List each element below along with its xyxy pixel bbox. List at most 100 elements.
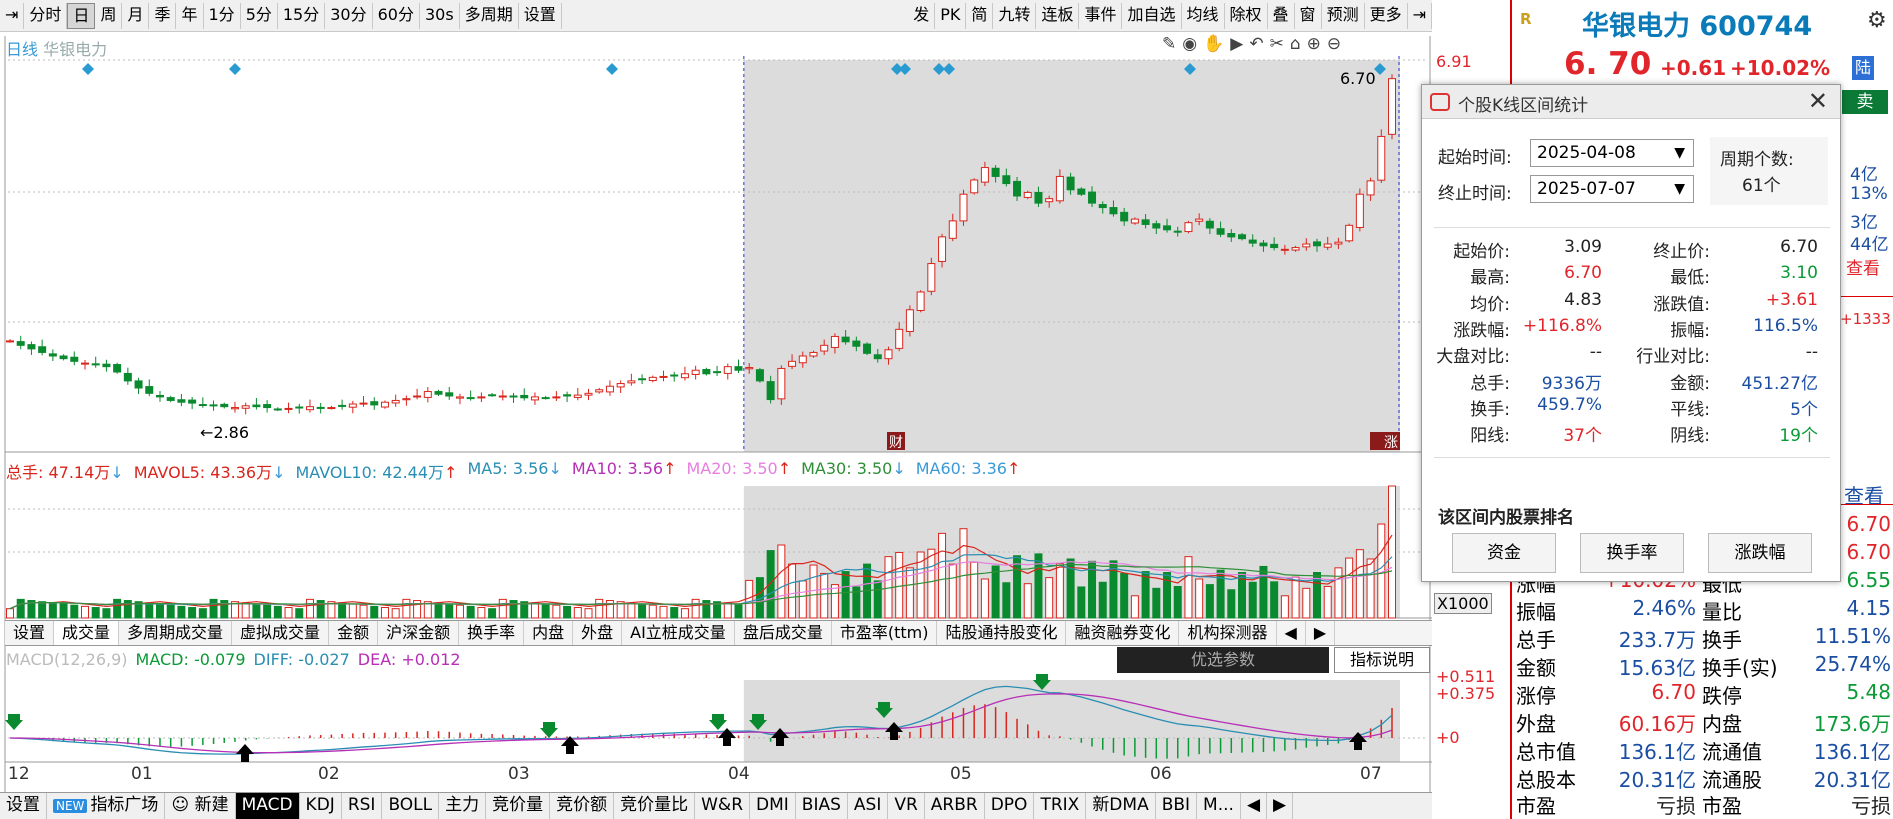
end-time-select[interactable]: 2025-07-07 ▼ (1530, 175, 1694, 203)
period-tab[interactable]: 季 (149, 2, 177, 29)
toolbar-item[interactable]: 九转 (993, 2, 1037, 29)
indicator-tab[interactable]: 融资融券变化 (1066, 621, 1180, 645)
indicator-tab[interactable]: 机构探测器 (1179, 621, 1277, 645)
bottom-tab[interactable]: ARBR (925, 793, 985, 819)
optimal-params-button[interactable]: 优选参数 (1117, 647, 1329, 673)
chart-canvas[interactable]: ←2.86 6.70 财 涨 (0, 0, 1432, 792)
period-tab[interactable]: 年 (176, 2, 204, 29)
bottom-tab[interactable]: BOLL (382, 793, 440, 819)
start-time-select[interactable]: 2025-04-08 ▼ (1530, 139, 1694, 167)
bottom-tab[interactable]: VR (888, 793, 925, 819)
scroll-right-icon[interactable]: ▶ (1267, 793, 1294, 819)
toolbar-item[interactable]: PK (935, 2, 967, 29)
eye-icon[interactable]: ◉ (1182, 34, 1197, 54)
period-label: 日线 (6, 40, 39, 59)
bottom-tab[interactable]: 竞价量比 (614, 793, 696, 819)
period-tab[interactable]: 日 (67, 2, 96, 29)
bottom-tab[interactable]: TRIX (1034, 793, 1087, 819)
bottom-tab[interactable]: ASI (848, 793, 889, 819)
toolbar-item[interactable]: 叠 (1268, 2, 1295, 29)
bottom-tab[interactable]: ☺ 新建 (165, 793, 236, 819)
zoom-out-icon[interactable]: ⊖ (1327, 34, 1341, 54)
indicator-tab[interactable]: 虚拟成交量 (232, 621, 330, 645)
bottom-tab[interactable]: DMI (750, 793, 796, 819)
bottom-tab[interactable]: W&R (695, 793, 751, 819)
period-tab[interactable]: 1分 (204, 2, 241, 29)
bottom-tab[interactable]: 新DMA (1086, 793, 1156, 819)
indicator-tab[interactable]: AI立桩成交量 (622, 621, 735, 645)
view-link[interactable]: 查看 (1846, 254, 1880, 279)
period-tab[interactable]: 多周期 (460, 2, 519, 29)
volume-bar (434, 602, 443, 619)
bottom-tab[interactable]: 主力 (439, 793, 487, 819)
bottom-tab[interactable]: 竞价额 (550, 793, 615, 819)
play-icon[interactable]: ▶ (1230, 34, 1243, 54)
indicator-tab[interactable]: 金额 (329, 621, 379, 645)
bottom-tab[interactable]: RSI (342, 793, 383, 819)
volume-bar (359, 604, 368, 619)
zoom-in-icon[interactable]: ⊕ (1307, 34, 1321, 54)
volume-bar (380, 607, 389, 619)
bottom-tab[interactable]: NEW 指标广场 (47, 793, 166, 819)
period-tab[interactable]: 分时 (24, 2, 68, 29)
indicator-tab[interactable]: 换手率 (459, 621, 525, 645)
indicator-tab[interactable]: 设置 (5, 621, 55, 645)
indicator-tab[interactable]: 外盘 (573, 621, 623, 645)
rank-change-button[interactable]: 涨跌幅 (1708, 533, 1812, 573)
candle-body (595, 389, 604, 393)
bottom-tab[interactable]: BIAS (796, 793, 848, 819)
bottom-tab[interactable]: DPO (985, 793, 1035, 819)
indicator-tab[interactable]: 沪深金额 (378, 621, 460, 645)
period-tab[interactable]: 60分 (373, 2, 420, 29)
chevron-down-icon: ▼ (1674, 181, 1685, 197)
bottom-tab[interactable]: M... (1197, 793, 1241, 819)
scissors-icon[interactable]: ✂ (1270, 34, 1284, 54)
toolbar-item[interactable]: 简 (966, 2, 994, 29)
time-tick-label: 06 (1150, 764, 1172, 784)
indicator-explain-button[interactable]: 指标说明 (1334, 647, 1430, 673)
bottom-tab[interactable]: BBI (1156, 793, 1198, 819)
hand-icon[interactable]: ✋ (1203, 34, 1224, 54)
pen-icon[interactable]: ✎ (1162, 34, 1176, 54)
sidebar-toggle-icon[interactable]: ⇥ (0, 2, 25, 29)
scroll-left-icon[interactable]: ◀ (1241, 793, 1268, 819)
toolbar-item[interactable]: 加自选 (1122, 2, 1182, 29)
gear-icon[interactable]: ⚙ (1867, 8, 1887, 33)
expand-panel-icon[interactable]: ⇥ (1408, 2, 1432, 29)
indicator-tab[interactable]: 盘后成交量 (735, 621, 832, 645)
period-tab[interactable]: 月 (122, 2, 150, 29)
toolbar-item[interactable]: 均线 (1182, 2, 1225, 29)
indicator-tab[interactable]: 市盈率(ttm) (832, 621, 938, 645)
indicator-tab[interactable]: 内盘 (524, 621, 574, 645)
sell-button[interactable]: 卖 (1842, 90, 1888, 114)
period-tab[interactable]: 30s (420, 2, 460, 29)
toolbar-item[interactable]: 预测 (1322, 2, 1365, 29)
toolbar-item[interactable]: 窗 (1295, 2, 1322, 29)
indicator-tab[interactable]: 多周期成交量 (119, 621, 233, 645)
toolbar-item[interactable]: 更多 (1365, 2, 1408, 29)
quote-label: 总手 (1516, 628, 1556, 652)
period-tab[interactable]: 设置 (519, 2, 562, 29)
lock-icon[interactable]: ⌂ (1290, 34, 1301, 54)
toolbar-item[interactable]: 事件 (1079, 2, 1123, 29)
toolbar-item[interactable]: 发 (908, 2, 936, 29)
scroll-left-icon[interactable]: ◀ (1277, 621, 1306, 645)
indicator-tab[interactable]: 成交量 (54, 621, 120, 645)
candle-body (6, 340, 14, 343)
period-tab[interactable]: 15分 (278, 2, 326, 29)
toolbar-item[interactable]: 连板 (1036, 2, 1080, 29)
indicator-tab[interactable]: 陆股通持股变化 (937, 621, 1067, 645)
bottom-tab[interactable]: KDJ (300, 793, 342, 819)
period-tab[interactable]: 周 (95, 2, 123, 29)
period-tab[interactable]: 30分 (325, 2, 373, 29)
rank-turnover-button[interactable]: 换手率 (1580, 533, 1684, 573)
bottom-tab[interactable]: 竞价量 (486, 793, 551, 819)
close-icon[interactable]: ✕ (1808, 87, 1828, 115)
toolbar-item[interactable]: 除权 (1225, 2, 1268, 29)
period-tab[interactable]: 5分 (241, 2, 278, 29)
bottom-tab[interactable]: 设置 (0, 793, 47, 819)
rank-fund-button[interactable]: 资金 (1452, 533, 1556, 573)
bottom-tab[interactable]: MACD (235, 793, 300, 819)
scroll-right-icon[interactable]: ▶ (1306, 621, 1336, 645)
undo-icon[interactable]: ↶ (1249, 34, 1263, 54)
